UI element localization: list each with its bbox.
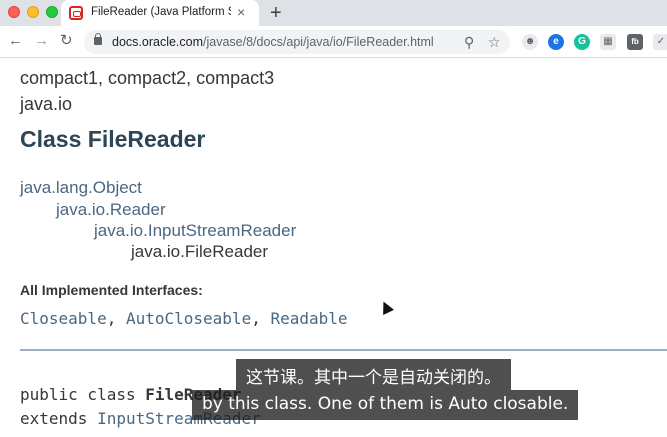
bookmark-star-icon[interactable]: ☆ bbox=[488, 33, 501, 51]
maximize-window-button[interactable] bbox=[46, 6, 58, 18]
interface-link[interactable]: Readable bbox=[270, 309, 347, 328]
grammarly-icon[interactable]: G bbox=[574, 34, 590, 50]
oracle-favicon-icon bbox=[69, 6, 83, 20]
package-name: java.io bbox=[20, 94, 73, 114]
reload-icon[interactable]: ↻ bbox=[60, 32, 73, 50]
extension-icon[interactable]: e bbox=[548, 34, 564, 50]
browser-chrome: FileReader (Java Platform SE 8 × + ← → ↻… bbox=[0, 0, 667, 58]
back-icon[interactable]: ← bbox=[8, 32, 23, 50]
new-tab-button[interactable]: + bbox=[270, 2, 282, 24]
extension-icon[interactable]: fb bbox=[627, 34, 643, 50]
browser-toolbar: ← → ↻ docs.oracle.com/javase/8/docs/api/… bbox=[0, 26, 667, 58]
subtitle-english: by this class. One of them is Auto closa… bbox=[192, 390, 579, 420]
extension-icon[interactable]: ☻ bbox=[522, 34, 538, 50]
subtitle-chinese: 这节课。其中一个是自动关闭的。 bbox=[236, 359, 511, 390]
url-text: docs.oracle.com/javase/8/docs/api/java/i… bbox=[112, 35, 434, 49]
close-window-button[interactable] bbox=[8, 6, 20, 18]
mouse-cursor-icon bbox=[378, 299, 394, 315]
inheritance-link[interactable]: java.lang.Object bbox=[20, 178, 142, 198]
lock-icon bbox=[94, 33, 102, 45]
divider bbox=[20, 349, 667, 351]
tab-close-icon[interactable]: × bbox=[237, 4, 245, 20]
extension-icon[interactable]: ▦ bbox=[600, 34, 616, 50]
implemented-interfaces-label: All Implemented Interfaces: bbox=[20, 282, 203, 298]
interfaces-list: Closeable, AutoCloseable, Readable bbox=[20, 309, 348, 328]
interface-link[interactable]: AutoCloseable bbox=[126, 309, 251, 328]
interface-link[interactable]: Closeable bbox=[20, 309, 107, 328]
compact-profiles: compact1, compact2, compact3 bbox=[20, 68, 275, 88]
forward-icon[interactable]: → bbox=[34, 32, 49, 50]
address-bar[interactable]: docs.oracle.com/javase/8/docs/api/java/i… bbox=[84, 30, 510, 54]
minimize-window-button[interactable] bbox=[27, 6, 39, 18]
extension-icon[interactable]: ✓ bbox=[653, 34, 667, 50]
browser-tab[interactable]: FileReader (Java Platform SE 8 × bbox=[61, 0, 259, 26]
tab-title: FileReader (Java Platform SE 8 bbox=[91, 6, 231, 18]
page-title: Class FileReader bbox=[20, 126, 206, 152]
inheritance-link[interactable]: java.io.InputStreamReader bbox=[94, 221, 296, 241]
zoom-icon[interactable]: ⚲ bbox=[464, 33, 474, 51]
inheritance-current-class: java.io.FileReader bbox=[131, 242, 269, 261]
inheritance-link[interactable]: java.io.Reader bbox=[56, 200, 166, 220]
